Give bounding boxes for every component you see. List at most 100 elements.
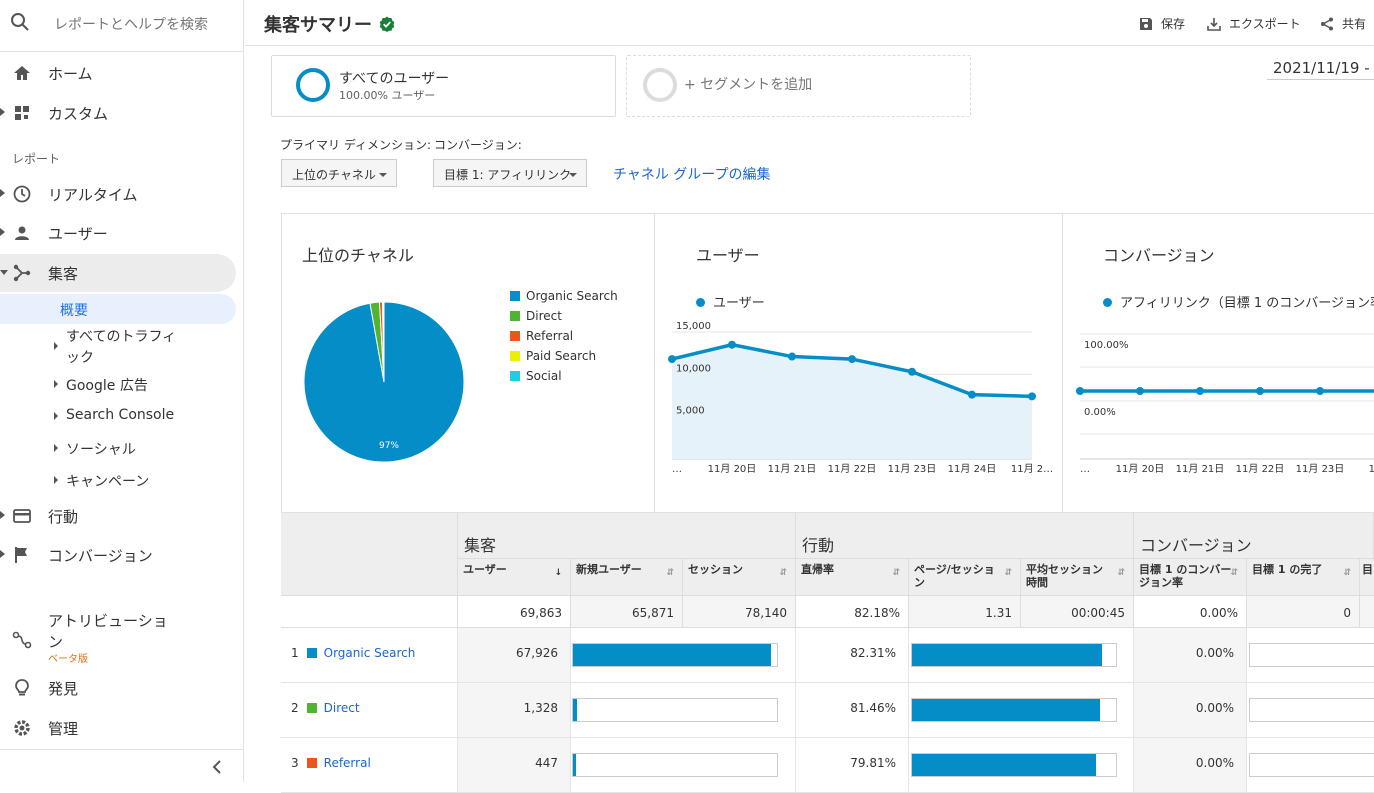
- sidebar-subitem-all-traffic[interactable]: すべてのトラフィ ック: [0, 326, 236, 366]
- export-button[interactable]: エクスポート: [1207, 15, 1301, 32]
- sidebar-item-custom[interactable]: カスタム: [0, 94, 236, 132]
- legend-item: Organic Search: [510, 289, 618, 309]
- save-button[interactable]: 保存: [1139, 15, 1185, 32]
- data-point: [908, 367, 916, 376]
- conv-share-bar: [1249, 753, 1374, 777]
- search-icon: [11, 13, 29, 31]
- sidebar-subitem-label: Google 広告: [66, 378, 148, 394]
- expand-arrow-icon: [54, 444, 58, 452]
- expand-arrow-icon: [0, 228, 5, 236]
- column-header-pages-per-session[interactable]: ページ/セッション ⇵: [909, 559, 1021, 596]
- table-row-label: 2 Direct: [281, 701, 360, 715]
- cell-conv-rate: 0.00%: [1134, 683, 1247, 738]
- legend-item: Social: [510, 369, 618, 389]
- sidebar-item-acquisition[interactable]: 集客: [0, 254, 236, 292]
- bar-fill: [573, 699, 578, 721]
- legend-swatch: [510, 311, 520, 321]
- column-header-users[interactable]: ユーザー ↓: [458, 559, 571, 596]
- x-tick-label: 11月 21日: [1176, 463, 1225, 475]
- channel-swatch: [306, 703, 317, 713]
- pie-chart: 97%: [303, 301, 465, 463]
- expand-arrow-icon: [0, 511, 5, 519]
- column-header-avg-session[interactable]: 平均セッション時間 ⇵: [1021, 559, 1134, 596]
- bounce-share-bar: [911, 643, 1117, 667]
- sidebar-item-discover[interactable]: 発見: [0, 669, 236, 707]
- column-header-conv-rate[interactable]: 目標 1 のコンバージョン率 ⇵: [1134, 559, 1247, 596]
- total-users: 69,863: [458, 596, 571, 628]
- column-label: 目標 1 のコンバージョン率: [1139, 563, 1232, 589]
- data-point: [668, 355, 676, 364]
- series-legend: アフィリリンク（目標 1 のコンバージョン率: [1103, 292, 1374, 311]
- column-label: 新規ユーザー: [576, 563, 642, 576]
- edit-channel-group-link[interactable]: チャネル グループの編集: [613, 164, 770, 184]
- column-header-new-users[interactable]: 新規ユーザー ⇵: [571, 559, 683, 596]
- column-header-bounce-rate[interactable]: 直帰率 ⇵: [796, 559, 909, 596]
- cell-bounce-rate: 82.31%: [796, 628, 909, 683]
- chevron-left-icon[interactable]: [212, 760, 222, 774]
- sidebar-item-admin[interactable]: 管理: [0, 709, 236, 747]
- sidebar-subitem-overview[interactable]: 概要: [0, 294, 236, 324]
- panel-title: ユーザー: [696, 246, 760, 265]
- group-title: 行動: [802, 536, 835, 555]
- users-share-bar: [572, 698, 778, 722]
- row-index: 2: [291, 701, 299, 715]
- column-header-more[interactable]: 目: [1360, 559, 1374, 596]
- column-label: ユーザー: [463, 563, 507, 576]
- download-icon: [1207, 18, 1221, 31]
- group-title: 集客: [464, 536, 497, 555]
- sidebar-item-realtime[interactable]: リアルタイム: [0, 175, 236, 213]
- series-label: ユーザー: [713, 296, 765, 311]
- share-label: 共有: [1342, 17, 1367, 31]
- series-label: アフィリリンク（目標 1 のコンバージョン率: [1120, 296, 1374, 311]
- conversion-select[interactable]: 目標 1: アフィリリンク: [433, 159, 587, 187]
- series-dot-icon: [1103, 298, 1112, 307]
- search-input[interactable]: レポートとヘルプを検索: [54, 14, 208, 34]
- channel-link[interactable]: Organic Search: [324, 646, 416, 660]
- sidebar-subitem-google-ads[interactable]: Google 広告: [0, 369, 236, 399]
- bar-fill: [912, 699, 1100, 721]
- primary-dimension-select[interactable]: 上位のチャネル: [281, 159, 397, 187]
- date-range-picker[interactable]: 2021/11/19 - 2: [1267, 57, 1374, 80]
- y-tick-label: 10,000: [676, 363, 711, 374]
- segment-ring-icon: [643, 68, 677, 102]
- segment-all-users[interactable]: すべてのユーザー 100.00% ユーザー: [271, 55, 616, 117]
- sidebar-item-home[interactable]: ホーム: [0, 54, 236, 92]
- sidebar-item-attribution[interactable]: アトリビューショ ン: [0, 610, 236, 662]
- sidebar-subitem-social[interactable]: ソーシャル: [0, 433, 236, 463]
- sort-icon: ⇵: [1343, 568, 1351, 578]
- expand-arrow-icon: [0, 550, 5, 558]
- add-segment-button[interactable]: + セグメントを追加: [626, 55, 971, 117]
- share-button[interactable]: 共有: [1320, 15, 1366, 32]
- data-point: [968, 390, 976, 399]
- channel-link[interactable]: Direct: [324, 701, 360, 715]
- search-box[interactable]: レポートとヘルプを検索: [0, 0, 244, 52]
- expand-arrow-icon: [54, 380, 58, 388]
- column-header-completions[interactable]: 目標 1 の完了 ⇵: [1247, 559, 1360, 596]
- users-share-bar: [572, 643, 778, 667]
- home-icon: [14, 66, 30, 80]
- sidebar-item-label: ホーム: [48, 65, 93, 83]
- gear-icon: [14, 720, 30, 736]
- verified-check-icon: [379, 16, 395, 32]
- sidebar-subitem-campaigns[interactable]: キャンペーン: [0, 465, 236, 495]
- panel-title: 上位のチャネル: [302, 246, 414, 265]
- x-tick-label: 11月 22日: [1236, 463, 1285, 475]
- total-avg-session: 00:00:45: [1021, 596, 1134, 628]
- sidebar-subitem-label: キャンペーン: [66, 474, 150, 490]
- sidebar-item-conversions[interactable]: コンバージョン: [0, 536, 236, 574]
- expand-arrow-icon: [0, 108, 5, 116]
- cell-bounce-rate: 81.46%: [796, 683, 909, 738]
- report-table: 集客 行動 コンバージョン ユーザー ↓ 新規ユーザー ⇵ セッション ⇵ 直帰率 ⇵ …: [281, 513, 1374, 793]
- total-more: [1360, 596, 1374, 628]
- legend-label: Social: [526, 369, 562, 383]
- main-content: 集客サマリー 保存 エクスポート 共有 すべてのユーザー 100.00% ユーザ…: [245, 0, 1374, 793]
- primary-dimension-value: 上位のチャネル: [292, 168, 376, 182]
- sidebar-item-users[interactable]: ユーザー: [0, 214, 236, 252]
- channel-swatch: [306, 758, 317, 768]
- sidebar-item-behavior[interactable]: 行動: [0, 497, 236, 535]
- column-header-sessions[interactable]: セッション ⇵: [683, 559, 796, 596]
- sidebar-subitem-search-console[interactable]: Search Console: [0, 401, 236, 431]
- legend-item: Direct: [510, 309, 618, 329]
- channel-link[interactable]: Referral: [324, 756, 371, 770]
- caret-down-icon: [569, 173, 577, 177]
